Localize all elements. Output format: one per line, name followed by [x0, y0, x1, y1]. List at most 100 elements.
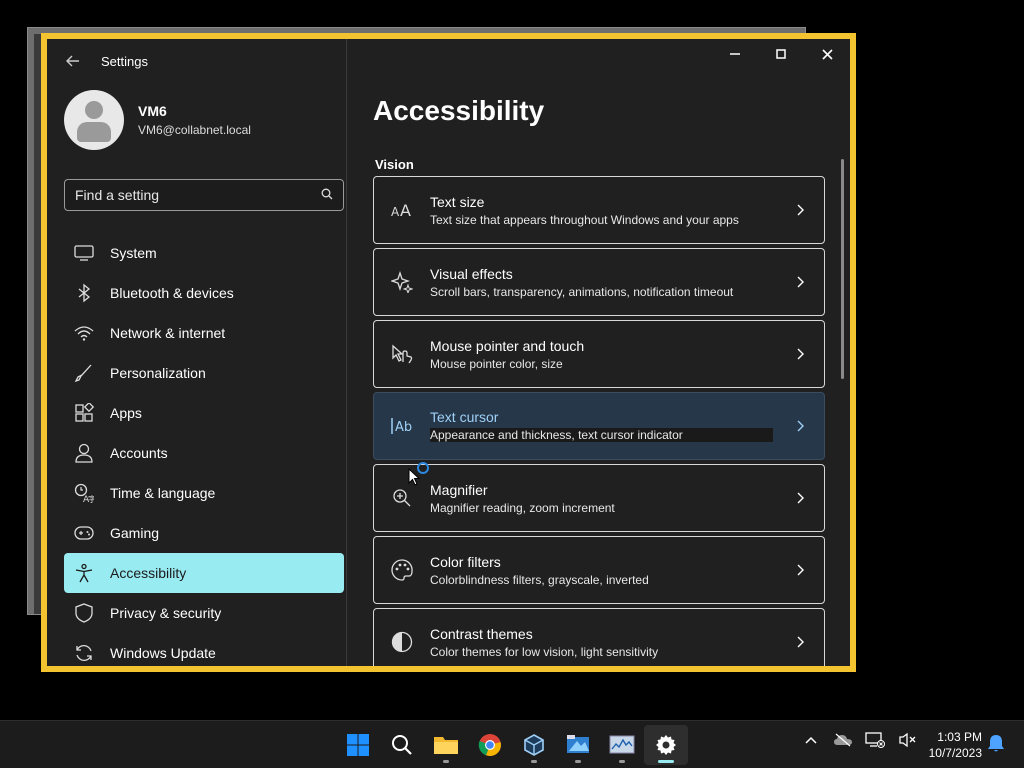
- card-title: Visual effects: [430, 265, 513, 282]
- sidebar-item-label: Network & internet: [110, 325, 226, 341]
- accessibility-icon: [74, 563, 94, 583]
- clock-time: 1:03 PM: [937, 730, 982, 744]
- sidebar-item-personalization[interactable]: Personalization: [64, 353, 344, 393]
- palette-icon: [374, 559, 430, 581]
- running-indicator: [658, 760, 674, 763]
- profile-email: VM6@collabnet.local: [138, 123, 251, 137]
- settings-cards: AA Text size Text size that appears thro…: [373, 176, 825, 666]
- maximize-button[interactable]: [758, 39, 804, 69]
- windows-start-icon[interactable]: [336, 725, 380, 765]
- chevron-right-icon: [776, 636, 824, 648]
- sidebar-item-label: Bluetooth & devices: [110, 285, 234, 301]
- card-title: Contrast themes: [430, 625, 533, 642]
- clock-globe-icon: A字: [74, 483, 94, 503]
- running-indicator: [531, 760, 537, 763]
- onedrive-offline-icon[interactable]: [832, 729, 854, 751]
- svg-text:A: A: [400, 202, 411, 218]
- taskbar-apps: [336, 725, 688, 765]
- contrast-icon: [374, 631, 430, 653]
- sidebar-item-label: Time & language: [110, 485, 216, 501]
- bluetooth-icon: [74, 283, 94, 303]
- person-icon: [74, 443, 94, 463]
- card-subtitle: Colorblindness filters, grayscale, inver…: [430, 572, 649, 587]
- card-title: Mouse pointer and touch: [430, 337, 585, 354]
- close-button[interactable]: [804, 39, 850, 69]
- card-subtitle: Text size that appears throughout Window…: [430, 212, 739, 227]
- card-text-cursor[interactable]: Ab Text cursor Appearance and thickness,…: [373, 392, 825, 460]
- running-indicator: [619, 760, 625, 763]
- search-placeholder: Find a setting: [75, 187, 160, 203]
- volume-muted-icon[interactable]: [896, 729, 918, 751]
- clock[interactable]: 1:03 PM 10/7/2023: [920, 729, 982, 761]
- window-title: Settings: [101, 53, 148, 69]
- sidebar-item-privacy[interactable]: Privacy & security: [64, 593, 344, 633]
- virtualbox-icon[interactable]: [512, 725, 556, 765]
- profile[interactable]: VM6 VM6@collabnet.local: [64, 90, 251, 150]
- page-title: Accessibility: [373, 95, 545, 126]
- network-disconnected-icon[interactable]: [864, 729, 886, 751]
- sidebar-item-system[interactable]: System: [64, 233, 344, 273]
- search-icon[interactable]: [380, 725, 424, 765]
- chevron-right-icon: [776, 492, 824, 504]
- chrome-icon[interactable]: [468, 725, 512, 765]
- card-color-filters[interactable]: Color filters Colorblindness filters, gr…: [373, 536, 825, 604]
- shield-icon: [74, 603, 94, 623]
- sidebar-item-label: Windows Update: [110, 645, 216, 661]
- scrollbar[interactable]: [841, 159, 844, 379]
- card-title: Text size: [430, 193, 485, 210]
- monitor-icon: [74, 243, 94, 263]
- svg-text:A: A: [391, 205, 400, 218]
- svg-text:字: 字: [88, 494, 94, 503]
- card-title: Text cursor: [430, 408, 499, 425]
- back-arrow-icon[interactable]: [65, 53, 81, 69]
- file-explorer-icon[interactable]: [424, 725, 468, 765]
- settings-window: Settings VM6 VM6@collabnet.local Find a …: [41, 33, 856, 672]
- sidebar-item-label: Personalization: [110, 365, 206, 381]
- magnifier-icon: [374, 488, 430, 508]
- text-cursor-icon: Ab: [374, 417, 430, 435]
- card-text-size[interactable]: AA Text size Text size that appears thro…: [373, 176, 825, 244]
- chevron-right-icon: [776, 348, 824, 360]
- card-subtitle: Scroll bars, transparency, animations, n…: [430, 284, 734, 299]
- sidebar-item-network[interactable]: Network & internet: [64, 313, 344, 353]
- minimize-button[interactable]: [712, 39, 758, 69]
- section-title: Vision: [375, 157, 414, 172]
- sidebar-item-time-language[interactable]: A字 Time & language: [64, 473, 344, 513]
- sidebar-item-label: System: [110, 245, 157, 261]
- sidebar-item-label: Gaming: [110, 525, 160, 541]
- card-title: Magnifier: [430, 481, 488, 498]
- card-subtitle: Magnifier reading, zoom increment: [430, 500, 615, 515]
- running-indicator: [443, 760, 449, 763]
- apps-icon: [74, 403, 94, 423]
- card-mouse-pointer[interactable]: Mouse pointer and touch Mouse pointer co…: [373, 320, 825, 388]
- desktop: Settings VM6 VM6@collabnet.local Find a …: [0, 0, 1024, 720]
- sparkle-icon: [374, 271, 430, 293]
- sidebar-item-label: Privacy & security: [110, 605, 222, 621]
- text-size-icon: AA: [374, 202, 430, 218]
- card-magnifier[interactable]: Magnifier Magnifier reading, zoom increm…: [373, 464, 825, 532]
- chevron-right-icon: [776, 564, 824, 576]
- sidebar-item-apps[interactable]: Apps: [64, 393, 344, 433]
- profile-name: VM6: [138, 103, 167, 119]
- search-input[interactable]: Find a setting: [64, 179, 344, 211]
- sidebar-item-accessibility[interactable]: Accessibility: [64, 553, 344, 593]
- vm-manager-icon[interactable]: [556, 725, 600, 765]
- card-contrast-themes[interactable]: Contrast themes Color themes for low vis…: [373, 608, 825, 666]
- sidebar-item-gaming[interactable]: Gaming: [64, 513, 344, 553]
- card-visual-effects[interactable]: Visual effects Scroll bars, transparency…: [373, 248, 825, 316]
- settings-gear-icon[interactable]: [644, 725, 688, 765]
- search-icon[interactable]: [321, 187, 333, 203]
- card-subtitle: Appearance and thickness, text cursor in…: [430, 427, 773, 442]
- notification-bell-icon[interactable]: [987, 733, 1005, 758]
- sidebar-item-windows-update[interactable]: Windows Update: [64, 633, 344, 673]
- busy-indicator-icon: [417, 462, 429, 474]
- window-controls: [712, 39, 850, 69]
- sidebar: Settings VM6 VM6@collabnet.local Find a …: [47, 39, 347, 666]
- sidebar-item-accounts[interactable]: Accounts: [64, 433, 344, 473]
- resource-monitor-icon[interactable]: [600, 725, 644, 765]
- sidebar-item-bluetooth[interactable]: Bluetooth & devices: [64, 273, 344, 313]
- avatar: [64, 90, 124, 150]
- chevron-right-icon: [776, 204, 824, 216]
- pointer-touch-icon: [374, 344, 430, 364]
- chevron-up-icon[interactable]: [800, 729, 822, 751]
